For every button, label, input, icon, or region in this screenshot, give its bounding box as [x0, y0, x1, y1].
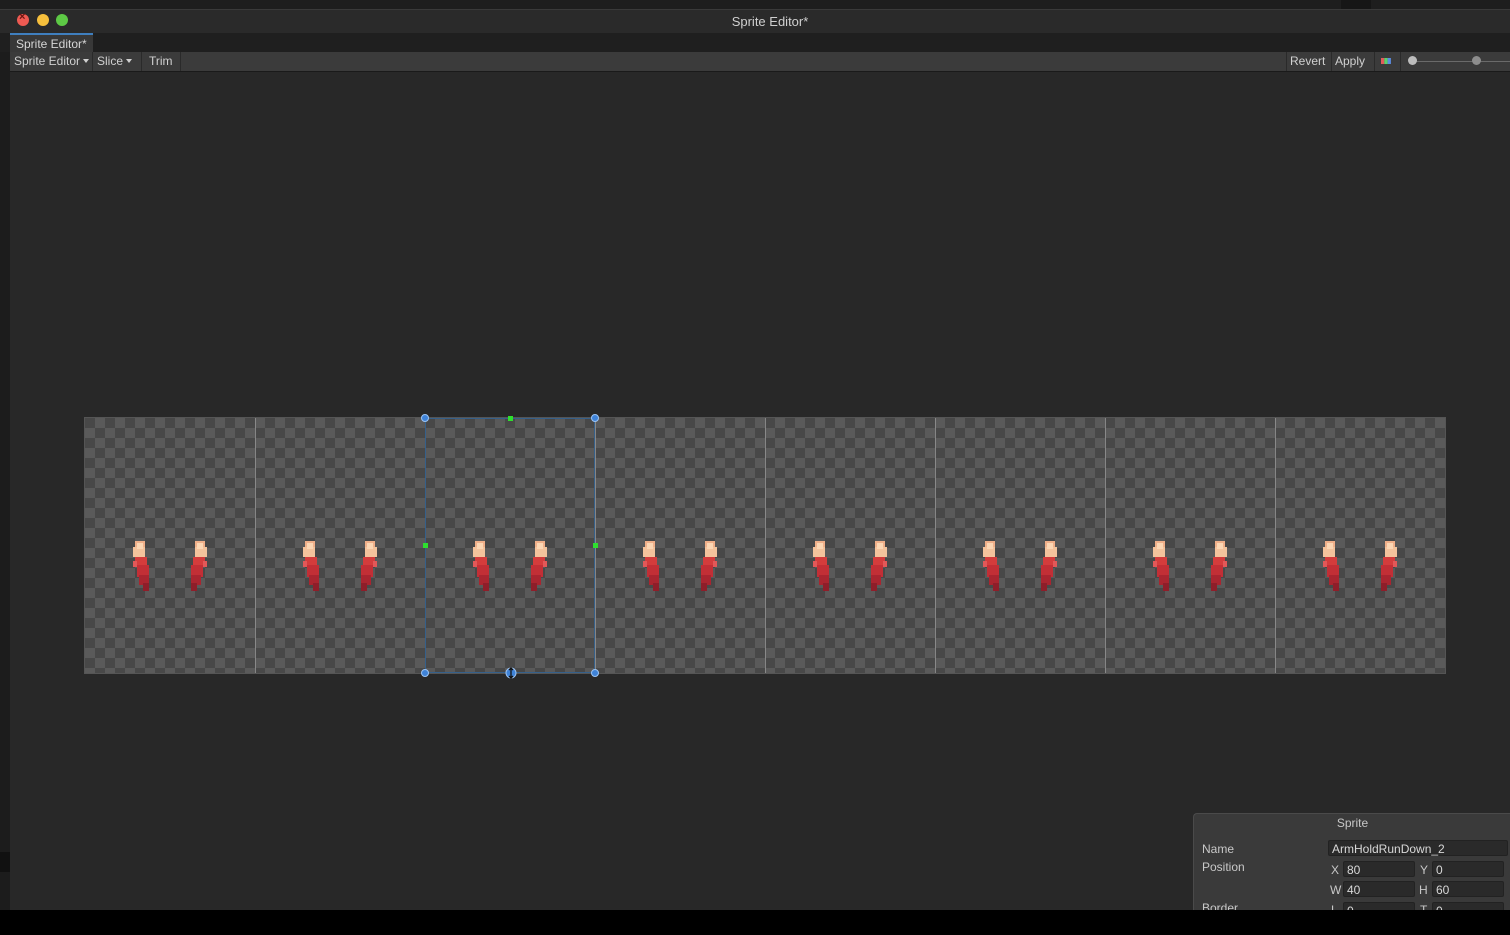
resize-handle-top-left[interactable] [421, 414, 429, 422]
resize-handle-right[interactable] [593, 543, 598, 548]
arm-sprite-left [131, 541, 155, 600]
x-field[interactable]: 80 [1343, 861, 1415, 877]
zoom-slider-handle[interactable] [1408, 56, 1417, 65]
sprite-sheet[interactable] [84, 417, 1446, 674]
y-field[interactable]: 0 [1432, 861, 1504, 877]
slice-label: Slice [97, 54, 124, 68]
sprite-editor-window: Sprite Editor* Sprite Editor* Sprite Edi… [0, 0, 1510, 910]
resize-handle-top-right[interactable] [591, 414, 599, 422]
arm-sprite-right [865, 541, 889, 600]
chevron-down-icon [126, 59, 133, 63]
l-label: L [1331, 903, 1338, 910]
trim-button[interactable]: Trim [145, 52, 177, 71]
apply-button[interactable]: Apply [1331, 52, 1369, 71]
top-strip [0, 0, 1510, 9]
bottom-bar [0, 910, 1510, 935]
mip-slider-handle[interactable] [1472, 56, 1481, 65]
mode-dropdown-label: Sprite Editor [14, 54, 81, 68]
rgb-channel-icon [1381, 58, 1391, 64]
arm-sprite-right [1205, 541, 1229, 600]
name-label: Name [1202, 842, 1235, 856]
frame-divider [1275, 418, 1276, 673]
window-title: Sprite Editor* [731, 14, 809, 29]
arm-sprite-left [981, 541, 1005, 600]
arm-sprite-right [695, 541, 719, 600]
toolbar-divider [180, 52, 181, 71]
frame-divider [1105, 418, 1106, 673]
frame-divider [765, 418, 766, 673]
zoom-slider-track[interactable] [1413, 61, 1510, 62]
toolbar-divider [1374, 52, 1375, 71]
inspector-title: Sprite [1336, 816, 1369, 830]
sprite-editor-mode-dropdown[interactable]: Sprite Editor [10, 52, 93, 71]
toolbar: Sprite Editor Slice Trim Revert Apply [10, 52, 1510, 72]
arm-sprite-left [811, 541, 835, 600]
position-label: Position [1202, 860, 1245, 874]
tab-sprite-editor[interactable]: Sprite Editor* [10, 33, 93, 54]
t-label: T [1420, 903, 1428, 910]
w-label: W [1330, 883, 1342, 897]
selected-sprite-rect[interactable] [425, 418, 595, 673]
t-field[interactable]: 0 [1432, 902, 1504, 910]
w-field[interactable]: 40 [1343, 881, 1415, 897]
arm-sprite-left [1151, 541, 1175, 600]
toolbar-divider [141, 52, 142, 71]
y-label: Y [1420, 863, 1429, 877]
arm-sprite-right [185, 541, 209, 600]
frame-divider [255, 418, 256, 673]
h-label: H [1419, 883, 1428, 897]
border-label: Border [1202, 901, 1239, 910]
arm-sprite-left [641, 541, 665, 600]
arm-sprite-right [1035, 541, 1059, 600]
h-field[interactable]: 60 [1432, 881, 1504, 897]
resize-handle-bottom-right[interactable] [591, 669, 599, 677]
frame-divider [935, 418, 936, 673]
resize-handle-bottom-left[interactable] [421, 669, 429, 677]
toolbar-divider [1400, 52, 1401, 71]
name-field[interactable]: ArmHoldRunDown_2 [1328, 840, 1508, 856]
x-label: X [1331, 863, 1340, 877]
resize-handle-left[interactable] [423, 543, 428, 548]
slice-dropdown[interactable]: Slice [93, 52, 136, 71]
sprite-inspector-panel: Sprite Name ArmHoldRunDown_2 Position X … [1193, 813, 1510, 910]
color-channel-toggle[interactable] [1376, 52, 1396, 71]
l-field[interactable]: 0 [1343, 902, 1415, 910]
arm-sprite-right [1375, 541, 1399, 600]
left-panel-edge [0, 52, 10, 910]
arm-sprite-left [1321, 541, 1345, 600]
resize-cursor-icon [505, 667, 517, 679]
chevron-down-icon [83, 59, 90, 63]
resize-handle-top[interactable] [508, 416, 513, 421]
revert-button[interactable]: Revert [1286, 52, 1329, 71]
arm-sprite-right [355, 541, 379, 600]
arm-sprite-left [301, 541, 325, 600]
tab-bar [0, 33, 1510, 53]
